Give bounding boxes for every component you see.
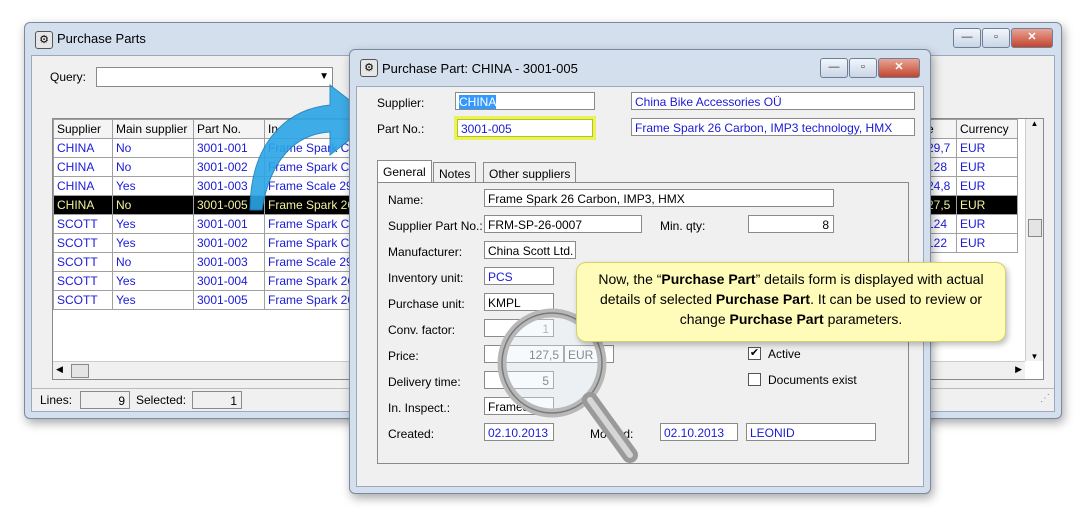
info-callout: Now, the “Purchase Part” details form is… <box>576 262 1006 342</box>
minimize-icon[interactable]: — <box>953 28 981 48</box>
modified-field[interactable]: 02.10.2013 <box>660 423 738 441</box>
detail-window-controls: — ▫ ✕ <box>819 58 920 78</box>
col-supplier[interactable]: Supplier <box>53 119 113 139</box>
scroll-up-icon[interactable]: ▲ <box>1026 119 1043 128</box>
inspect-label: In. Inspect.: <box>388 401 451 415</box>
modified-by-field[interactable]: LEONID <box>746 423 876 441</box>
col-main-supplier[interactable]: Main supplier <box>112 119 194 139</box>
minimize-icon[interactable]: — <box>820 58 848 78</box>
close-icon[interactable]: ✕ <box>878 58 920 78</box>
main-window-title: Purchase Parts <box>57 31 146 46</box>
part-no-field[interactable]: 3001-005 <box>457 119 593 137</box>
purchase-unit-label: Purchase unit: <box>388 297 465 311</box>
callout-text-4: parameters. <box>823 311 903 327</box>
scroll-left-icon[interactable]: ◀ <box>56 364 63 375</box>
name-field[interactable]: Frame Spark 26 Carbon, IMP3, HMX <box>484 189 834 207</box>
scroll-right-icon[interactable]: ▶ <box>1015 364 1022 375</box>
conv-factor-label: Conv. factor: <box>388 323 456 337</box>
supplier-part-field[interactable]: FRM-SP-26-0007 <box>484 215 642 233</box>
active-checkbox[interactable]: ✔ <box>748 347 761 360</box>
tab-general[interactable]: General <box>377 160 432 183</box>
table-row[interactable]: SCOTT Yes 3001-002 Frame Spark Car <box>53 233 365 253</box>
query-label: Query: <box>50 70 87 84</box>
scroll-down-icon[interactable]: ▼ <box>1026 352 1043 361</box>
name-label: Name: <box>388 193 424 207</box>
selected-label: Selected: <box>136 393 187 407</box>
part-description-field[interactable]: Frame Spark 26 Carbon, IMP3 technology, … <box>631 118 915 136</box>
delivery-time-label: Delivery time: <box>388 375 461 389</box>
detail-gear-icon: ⚙ <box>360 59 378 77</box>
part-no-label: Part No.: <box>377 122 425 136</box>
active-label: Active <box>768 347 801 361</box>
maximize-icon[interactable]: ▫ <box>982 28 1010 48</box>
vertical-scrollbar[interactable]: ▲ ▼ <box>1025 119 1043 361</box>
callout-bold-2: Purchase Part <box>715 291 811 307</box>
main-window-controls: — ▫ ✕ <box>952 28 1053 48</box>
table-row[interactable]: SCOTT Yes 3001-004 Frame Spark 26 <box>53 271 365 291</box>
table-row[interactable]: SCOTT Yes 3001-005 Frame Spark 26 <box>53 290 365 310</box>
lines-label: Lines: <box>40 393 73 407</box>
supplier-part-label: Supplier Part No.: <box>388 219 483 233</box>
callout-bold-1: Purchase Part <box>661 271 756 287</box>
app-gear-icon: ⚙ <box>35 31 53 49</box>
resize-grip-icon[interactable]: ⋰ <box>1040 393 1050 404</box>
maximize-icon[interactable]: ▫ <box>849 58 877 78</box>
inventory-unit-label: Inventory unit: <box>388 271 464 285</box>
detail-window-title: Purchase Part: CHINA - 3001-005 <box>382 61 578 76</box>
supplier-label: Supplier: <box>377 96 425 110</box>
manufacturer-label: Manufacturer: <box>388 245 463 259</box>
col-currency[interactable]: Currency <box>956 119 1018 139</box>
created-label: Created: <box>388 427 435 441</box>
min-qty-field[interactable]: 8 <box>748 215 834 233</box>
price-label: Price: <box>388 349 419 363</box>
scroll-thumb[interactable] <box>1028 219 1042 237</box>
supplier-code-field[interactable]: CHINA <box>455 92 595 110</box>
callout-text-1: Now, the “ <box>598 271 662 287</box>
lines-count: 9 <box>80 391 130 409</box>
min-qty-label: Min. qty: <box>660 219 706 233</box>
inventory-unit-field[interactable]: PCS <box>484 267 554 285</box>
callout-bold-3: Purchase Part <box>729 311 824 327</box>
close-icon[interactable]: ✕ <box>1011 28 1053 48</box>
supplier-code-text: CHINA <box>459 95 497 109</box>
manufacturer-field[interactable]: China Scott Ltd. <box>484 241 576 259</box>
hscroll-thumb[interactable] <box>71 364 89 378</box>
supplier-name-field[interactable]: China Bike Accessories OÜ <box>631 92 915 110</box>
table-row[interactable]: SCOTT No 3001-003 Frame Scale 29 <box>53 252 365 272</box>
grid-header: e Currency <box>923 119 1018 139</box>
selected-count: 1 <box>192 391 242 409</box>
detail-titlebar: ⚙ Purchase Part: CHINA - 3001-005 — ▫ ✕ <box>350 50 930 80</box>
documents-label: Documents exist <box>768 373 857 387</box>
grid-right: e Currency 29,7EUR 128EUR 24,8EUR 27,5EU… <box>923 119 1018 253</box>
documents-checkbox[interactable] <box>748 373 761 386</box>
